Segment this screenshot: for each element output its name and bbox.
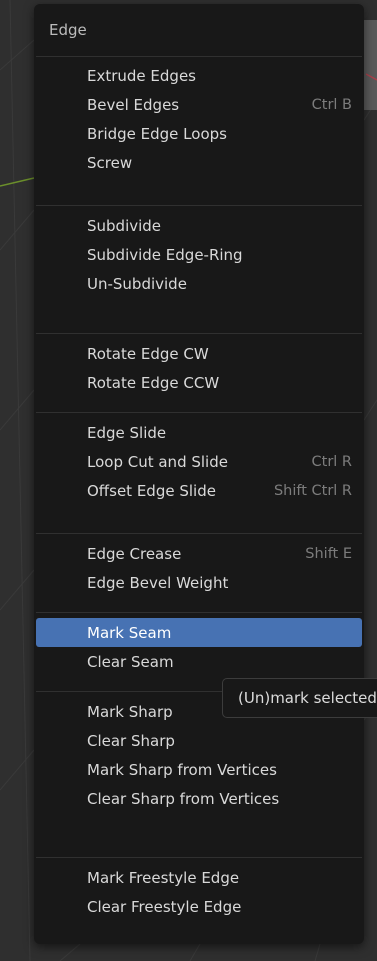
menu-item-label: Subdivide	[87, 216, 162, 235]
menu-item-edge-bevel-weight[interactable]: Edge Bevel Weight	[36, 568, 362, 597]
title-separator	[36, 56, 362, 57]
menu-separator	[36, 205, 362, 206]
menu-item-label: Mark Freestyle Edge	[87, 868, 240, 887]
tooltip: (Un)mark selected	[222, 678, 377, 718]
menu-item-label: Offset Edge Slide	[87, 482, 216, 501]
menu-item-edge-crease[interactable]: Edge Crease Shift E	[36, 539, 362, 568]
menu-separator	[36, 857, 362, 858]
menu-separator	[36, 612, 362, 613]
menu-item-mark-seam[interactable]: Mark Seam	[36, 618, 362, 647]
menu-item-label: Clear Sharp from Vertices	[87, 790, 280, 809]
menu-item-shortcut: Shift Ctrl R	[273, 483, 352, 500]
menu-item-rotate-edge-cw[interactable]: Rotate Edge CW	[36, 339, 362, 368]
menu-item-shortcut: Shift E	[305, 545, 352, 562]
menu-item-bridge-edge-loops[interactable]: Bridge Edge Loops	[36, 120, 362, 149]
menu-item-mark-sharp-from-vertices[interactable]: Mark Sharp from Vertices	[36, 756, 362, 785]
menu-item-label: Clear Seam	[87, 652, 174, 671]
menu-item-shortcut: Ctrl B	[311, 96, 352, 113]
menu-separator	[36, 412, 362, 413]
menu-item-un-subdivide[interactable]: Un-Subdivide	[36, 270, 362, 299]
menu-item-subdivide-edge-ring[interactable]: Subdivide Edge-Ring	[36, 240, 362, 269]
3d-viewport[interactable]: Edge Extrude Edges Bevel Edges Ctrl B Bridg…	[0, 0, 377, 961]
menu-title: Edge	[49, 21, 87, 39]
menu-item-offset-edge-slide[interactable]: Offset Edge Slide Shift Ctrl R	[36, 477, 362, 506]
menu-item-label: Edge Crease	[87, 544, 182, 563]
menu-item-subdivide[interactable]: Subdivide	[36, 211, 362, 240]
menu-item-label: Subdivide Edge-Ring	[87, 245, 243, 264]
menu-item-loop-cut-and-slide[interactable]: Loop Cut and Slide Ctrl R	[36, 447, 362, 476]
menu-item-shortcut: Ctrl R	[311, 453, 352, 470]
menu-item-edge-slide[interactable]: Edge Slide	[36, 418, 362, 447]
menu-item-label: Un-Subdivide	[87, 275, 187, 294]
menu-item-label: Rotate Edge CCW	[87, 373, 220, 392]
menu-separator	[36, 533, 362, 534]
menu-item-clear-freestyle-edge[interactable]: Clear Freestyle Edge	[36, 892, 362, 921]
axis-y-line	[0, 177, 35, 187]
menu-item-extrude-edges[interactable]: Extrude Edges	[36, 61, 362, 90]
menu-item-mark-freestyle-edge[interactable]: Mark Freestyle Edge	[36, 863, 362, 892]
menu-item-label: Loop Cut and Slide	[87, 452, 228, 471]
menu-item-rotate-edge-ccw[interactable]: Rotate Edge CCW	[36, 368, 362, 397]
menu-item-bevel-edges[interactable]: Bevel Edges Ctrl B	[36, 90, 362, 119]
menu-item-label: Clear Sharp	[87, 731, 175, 750]
menu-item-screw[interactable]: Screw	[36, 149, 362, 178]
menu-separator	[36, 333, 362, 334]
menu-item-label: Bridge Edge Loops	[87, 125, 227, 144]
menu-item-label: Mark Sharp	[87, 702, 173, 721]
menu-item-label: Bevel Edges	[87, 95, 180, 114]
mesh-object	[364, 20, 377, 110]
edge-context-menu: Edge Extrude Edges Bevel Edges Ctrl B Bridg…	[34, 4, 364, 944]
menu-item-label: Edge Bevel Weight	[87, 573, 229, 592]
menu-item-label: Extrude Edges	[87, 66, 196, 85]
tooltip-text: (Un)mark selected	[238, 689, 377, 707]
menu-item-clear-sharp-from-vertices[interactable]: Clear Sharp from Vertices	[36, 785, 362, 814]
menu-item-label: Mark Sharp from Vertices	[87, 761, 277, 780]
menu-item-label: Edge Slide	[87, 423, 167, 442]
menu-item-clear-seam[interactable]: Clear Seam	[36, 647, 362, 676]
menu-item-label: Clear Freestyle Edge	[87, 897, 242, 916]
menu-item-label: Rotate Edge CW	[87, 344, 209, 363]
menu-item-label: Mark Seam	[87, 623, 172, 642]
menu-item-label: Screw	[87, 154, 133, 173]
menu-item-clear-sharp[interactable]: Clear Sharp	[36, 726, 362, 755]
